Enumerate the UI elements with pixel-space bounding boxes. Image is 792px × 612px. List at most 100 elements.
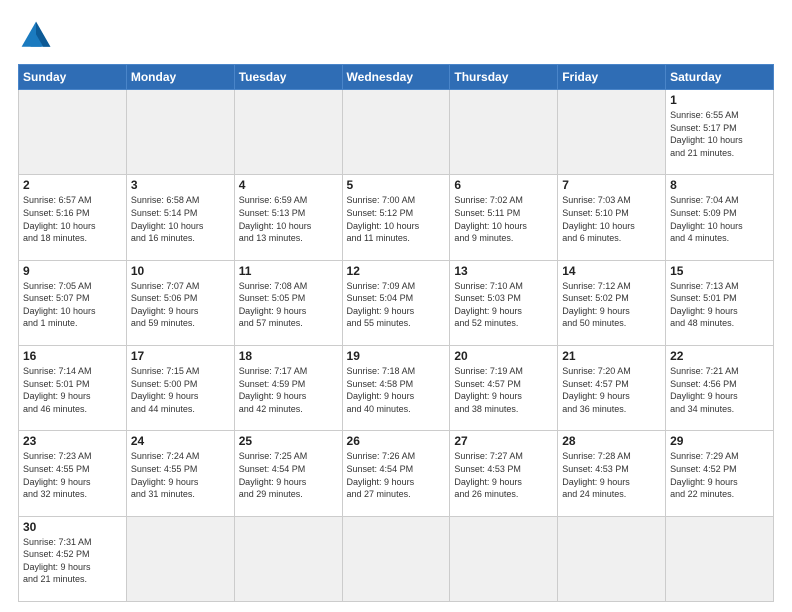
- day-info: Sunrise: 7:24 AM Sunset: 4:55 PM Dayligh…: [131, 450, 230, 500]
- column-header-monday: Monday: [126, 65, 234, 90]
- day-info: Sunrise: 6:57 AM Sunset: 5:16 PM Dayligh…: [23, 194, 122, 244]
- day-cell: 22Sunrise: 7:21 AM Sunset: 4:56 PM Dayli…: [666, 345, 774, 430]
- day-cell: 14 Sunrise: 7:12 AM Sunset: 5:02 PM Dayli…: [558, 260, 666, 345]
- day-info: Sunrise: 7:26 AM Sunset: 4:54 PM Dayligh…: [347, 450, 446, 500]
- day-number: 22: [670, 349, 769, 363]
- week-row-0: 1 Sunrise: 6:55 AM Sunset: 5:17 PM Daylig…: [19, 90, 774, 175]
- day-cell: 26 Sunrise: 7:26 AM Sunset: 4:54 PM Dayli…: [342, 431, 450, 516]
- day-info: Sunrise: 7:00 AM Sunset: 5:12 PM Dayligh…: [347, 194, 446, 244]
- day-cell: 16 Sunrise: 7:14 AM Sunset: 5:01 PM Dayli…: [19, 345, 127, 430]
- day-number: 21: [562, 349, 661, 363]
- day-cell: 7 Sunrise: 7:03 AM Sunset: 5:10 PM Daylig…: [558, 175, 666, 260]
- day-info: Sunrise: 7:14 AM Sunset: 5:01 PM Dayligh…: [23, 365, 122, 415]
- day-number: 1: [670, 93, 769, 107]
- logo-icon: [18, 18, 54, 54]
- day-number: 11: [239, 264, 338, 278]
- day-info: Sunrise: 7:05 AM Sunset: 5:07 PM Dayligh…: [23, 280, 122, 330]
- page: SundayMondayTuesdayWednesdayThursdayFrid…: [0, 0, 792, 612]
- column-header-wednesday: Wednesday: [342, 65, 450, 90]
- day-number: 26: [347, 434, 446, 448]
- day-info: Sunrise: 7:18 AM Sunset: 4:58 PM Dayligh…: [347, 365, 446, 415]
- day-cell: 12 Sunrise: 7:09 AM Sunset: 5:04 PM Dayli…: [342, 260, 450, 345]
- day-cell: 24 Sunrise: 7:24 AM Sunset: 4:55 PM Dayli…: [126, 431, 234, 516]
- week-row-5: 30 Sunrise: 7:31 AM Sunset: 4:52 PM Dayli…: [19, 516, 774, 601]
- day-cell: 25 Sunrise: 7:25 AM Sunset: 4:54 PM Dayli…: [234, 431, 342, 516]
- day-cell: [558, 516, 666, 601]
- day-number: 5: [347, 178, 446, 192]
- day-number: 29: [670, 434, 769, 448]
- day-number: 24: [131, 434, 230, 448]
- day-info: Sunrise: 7:10 AM Sunset: 5:03 PM Dayligh…: [454, 280, 553, 330]
- day-number: 3: [131, 178, 230, 192]
- day-number: 10: [131, 264, 230, 278]
- day-number: 15: [670, 264, 769, 278]
- day-cell: 13 Sunrise: 7:10 AM Sunset: 5:03 PM Dayli…: [450, 260, 558, 345]
- day-header-row: SundayMondayTuesdayWednesdayThursdayFrid…: [19, 65, 774, 90]
- day-cell: 10 Sunrise: 7:07 AM Sunset: 5:06 PM Dayli…: [126, 260, 234, 345]
- day-cell: [234, 516, 342, 601]
- day-cell: 28Sunrise: 7:28 AM Sunset: 4:53 PM Dayli…: [558, 431, 666, 516]
- day-number: 20: [454, 349, 553, 363]
- day-number: 14: [562, 264, 661, 278]
- day-number: 23: [23, 434, 122, 448]
- day-cell: [126, 90, 234, 175]
- header: [18, 18, 774, 54]
- day-cell: [342, 516, 450, 601]
- column-header-sunday: Sunday: [19, 65, 127, 90]
- day-cell: 20 Sunrise: 7:19 AM Sunset: 4:57 PM Dayli…: [450, 345, 558, 430]
- day-info: Sunrise: 7:03 AM Sunset: 5:10 PM Dayligh…: [562, 194, 661, 244]
- day-cell: 9 Sunrise: 7:05 AM Sunset: 5:07 PM Daylig…: [19, 260, 127, 345]
- day-info: Sunrise: 7:27 AM Sunset: 4:53 PM Dayligh…: [454, 450, 553, 500]
- day-number: 6: [454, 178, 553, 192]
- day-cell: 2Sunrise: 6:57 AM Sunset: 5:16 PM Daylig…: [19, 175, 127, 260]
- day-cell: 8 Sunrise: 7:04 AM Sunset: 5:09 PM Daylig…: [666, 175, 774, 260]
- day-cell: 1 Sunrise: 6:55 AM Sunset: 5:17 PM Daylig…: [666, 90, 774, 175]
- day-info: Sunrise: 7:23 AM Sunset: 4:55 PM Dayligh…: [23, 450, 122, 500]
- day-number: 25: [239, 434, 338, 448]
- day-info: Sunrise: 7:31 AM Sunset: 4:52 PM Dayligh…: [23, 536, 122, 586]
- day-number: 12: [347, 264, 446, 278]
- day-cell: [342, 90, 450, 175]
- column-header-tuesday: Tuesday: [234, 65, 342, 90]
- day-number: 18: [239, 349, 338, 363]
- day-info: Sunrise: 7:09 AM Sunset: 5:04 PM Dayligh…: [347, 280, 446, 330]
- day-info: Sunrise: 7:04 AM Sunset: 5:09 PM Dayligh…: [670, 194, 769, 244]
- day-cell: 3 Sunrise: 6:58 AM Sunset: 5:14 PM Daylig…: [126, 175, 234, 260]
- day-number: 19: [347, 349, 446, 363]
- day-cell: [666, 516, 774, 601]
- column-header-friday: Friday: [558, 65, 666, 90]
- day-number: 8: [670, 178, 769, 192]
- day-info: Sunrise: 7:15 AM Sunset: 5:00 PM Dayligh…: [131, 365, 230, 415]
- day-cell: 5 Sunrise: 7:00 AM Sunset: 5:12 PM Daylig…: [342, 175, 450, 260]
- week-row-4: 23 Sunrise: 7:23 AM Sunset: 4:55 PM Dayli…: [19, 431, 774, 516]
- day-info: Sunrise: 7:25 AM Sunset: 4:54 PM Dayligh…: [239, 450, 338, 500]
- day-number: 9: [23, 264, 122, 278]
- day-info: Sunrise: 6:55 AM Sunset: 5:17 PM Dayligh…: [670, 109, 769, 159]
- week-row-3: 16 Sunrise: 7:14 AM Sunset: 5:01 PM Dayli…: [19, 345, 774, 430]
- day-cell: [234, 90, 342, 175]
- logo: [18, 18, 60, 54]
- day-info: Sunrise: 7:19 AM Sunset: 4:57 PM Dayligh…: [454, 365, 553, 415]
- day-info: Sunrise: 7:08 AM Sunset: 5:05 PM Dayligh…: [239, 280, 338, 330]
- column-header-saturday: Saturday: [666, 65, 774, 90]
- day-info: Sunrise: 7:29 AM Sunset: 4:52 PM Dayligh…: [670, 450, 769, 500]
- day-cell: 27Sunrise: 7:27 AM Sunset: 4:53 PM Dayli…: [450, 431, 558, 516]
- day-info: Sunrise: 6:59 AM Sunset: 5:13 PM Dayligh…: [239, 194, 338, 244]
- day-number: 4: [239, 178, 338, 192]
- day-cell: 17Sunrise: 7:15 AM Sunset: 5:00 PM Dayli…: [126, 345, 234, 430]
- day-info: Sunrise: 7:13 AM Sunset: 5:01 PM Dayligh…: [670, 280, 769, 330]
- day-cell: 23 Sunrise: 7:23 AM Sunset: 4:55 PM Dayli…: [19, 431, 127, 516]
- day-number: 7: [562, 178, 661, 192]
- day-number: 30: [23, 520, 122, 534]
- day-info: Sunrise: 7:12 AM Sunset: 5:02 PM Dayligh…: [562, 280, 661, 330]
- column-header-thursday: Thursday: [450, 65, 558, 90]
- day-number: 13: [454, 264, 553, 278]
- day-cell: 11 Sunrise: 7:08 AM Sunset: 5:05 PM Dayli…: [234, 260, 342, 345]
- week-row-2: 9 Sunrise: 7:05 AM Sunset: 5:07 PM Daylig…: [19, 260, 774, 345]
- day-info: Sunrise: 7:07 AM Sunset: 5:06 PM Dayligh…: [131, 280, 230, 330]
- day-cell: 29 Sunrise: 7:29 AM Sunset: 4:52 PM Dayli…: [666, 431, 774, 516]
- day-cell: [450, 516, 558, 601]
- day-number: 16: [23, 349, 122, 363]
- day-info: Sunrise: 6:58 AM Sunset: 5:14 PM Dayligh…: [131, 194, 230, 244]
- day-cell: 4 Sunrise: 6:59 AM Sunset: 5:13 PM Daylig…: [234, 175, 342, 260]
